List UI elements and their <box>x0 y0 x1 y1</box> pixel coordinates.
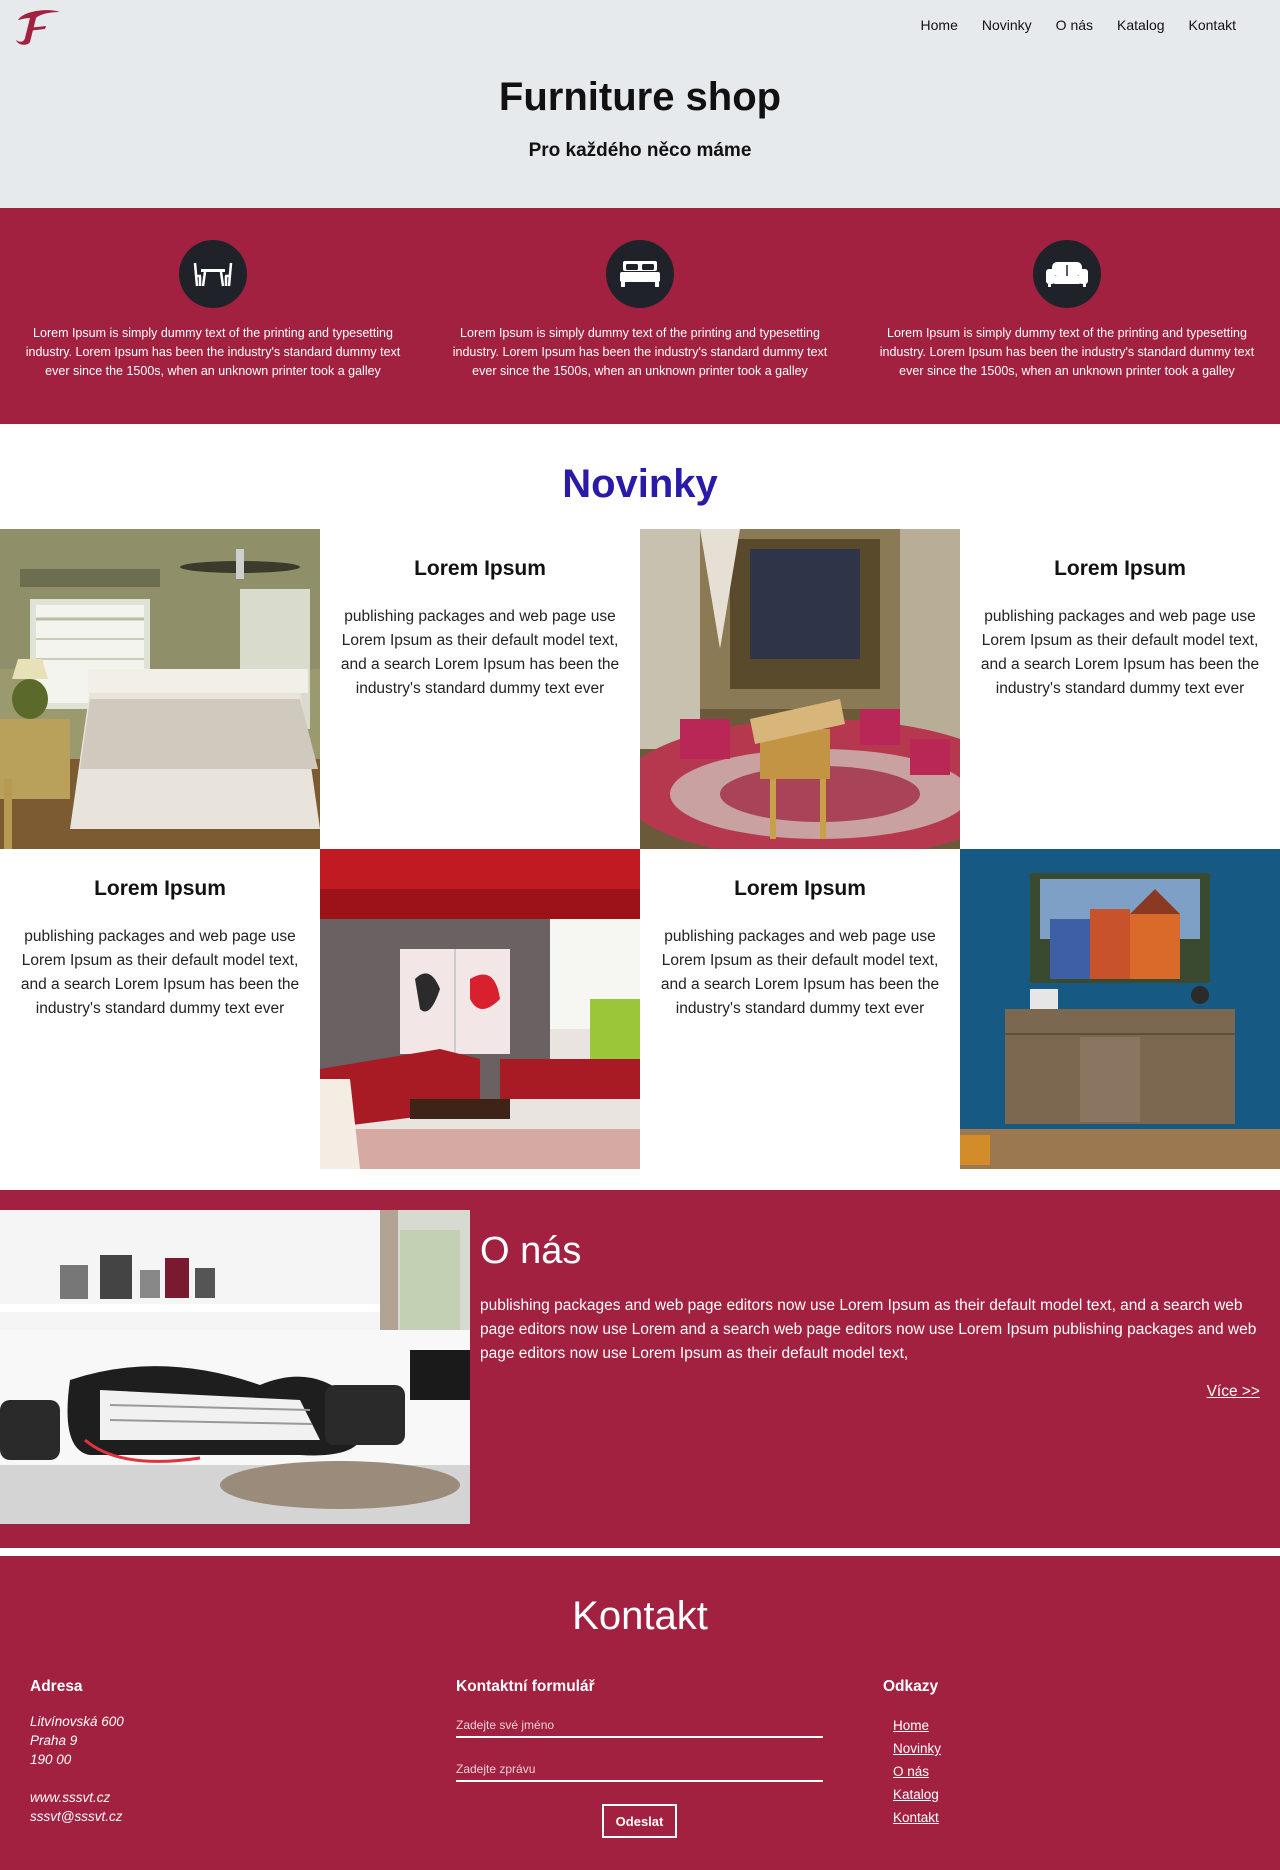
nav-novinky[interactable]: Novinky <box>970 16 1044 34</box>
address-block: Litvínovská 600 Praha 9 190 00 www.sssvt… <box>30 1712 124 1826</box>
novinky-item-heading: Lorem Ipsum <box>414 557 546 580</box>
message-input[interactable]: Zadejte zprávu <box>456 1762 823 1782</box>
footer-link-home[interactable]: Home <box>893 1714 941 1737</box>
footer-link-o-nas[interactable]: O nás <box>893 1760 941 1783</box>
about-title: O nás <box>480 1230 582 1272</box>
contact-title: Kontakt <box>572 1594 708 1638</box>
submit-button[interactable]: Odeslat <box>602 1804 677 1838</box>
address-line: Praha 9 <box>30 1733 78 1748</box>
contact-section: Kontakt Adresa Litvínovská 600 Praha 9 1… <box>0 1556 1280 1870</box>
footer-links: Home Novinky O nás Katalog Kontakt <box>893 1714 941 1829</box>
footer-link-novinky[interactable]: Novinky <box>893 1737 941 1760</box>
feature-item: Lorem Ipsum is simply dummy text of the … <box>427 208 853 424</box>
nav-home[interactable]: Home <box>909 16 970 34</box>
address-line: Litvínovská 600 <box>30 1714 124 1729</box>
novinky-item-heading: Lorem Ipsum <box>734 877 866 900</box>
address-line: 190 00 <box>30 1752 72 1767</box>
nav-kontakt[interactable]: Kontakt <box>1177 16 1248 34</box>
novinky-item: Lorem Ipsum publishing packages and web … <box>320 529 640 849</box>
novinky-grid: Lorem Ipsum publishing packages and web … <box>0 529 1280 1169</box>
page-subtitle: Pro každého něco máme <box>528 140 752 161</box>
modern-bedroom-photo <box>0 1210 470 1524</box>
novinky-item: Lorem Ipsum publishing packages and web … <box>0 849 320 1169</box>
site-header: Home Novinky O nás Katalog Kontakt Furni… <box>0 0 1280 208</box>
novinky-item-heading: Lorem Ipsum <box>1054 557 1186 580</box>
blue-room-photo <box>960 849 1280 1169</box>
more-link[interactable]: Více >> <box>1207 1383 1260 1401</box>
novinky-item-text: publishing packages and web page use Lor… <box>340 608 620 697</box>
main-nav: Home Novinky O nás Katalog Kontakt <box>909 16 1248 34</box>
footer-link-katalog[interactable]: Katalog <box>893 1783 941 1806</box>
feature-text: Lorem Ipsum is simply dummy text of the … <box>452 326 828 378</box>
sofa-icon <box>1033 240 1101 308</box>
novinky-title: Novinky <box>562 462 718 506</box>
features-section: Lorem Ipsum is simply dummy text of the … <box>0 208 1280 424</box>
red-living-room-photo <box>320 849 640 1169</box>
novinky-item-text: publishing packages and web page use Lor… <box>660 928 940 1017</box>
address-spacer <box>30 1769 124 1788</box>
script-f-logo-icon[interactable] <box>10 6 64 48</box>
about-text: publishing packages and web page editors… <box>480 1297 1257 1362</box>
palace-room-photo <box>640 529 960 849</box>
novinky-item: Lorem Ipsum publishing packages and web … <box>960 529 1280 849</box>
links-title: Odkazy <box>883 1678 939 1695</box>
bed-icon <box>606 240 674 308</box>
bedroom-photo <box>0 529 320 849</box>
name-input[interactable]: Zadejte své jméno <box>456 1718 823 1738</box>
about-section: O nás publishing packages and web page e… <box>0 1190 1280 1548</box>
novinky-item-text: publishing packages and web page use Lor… <box>980 608 1260 697</box>
nav-o-nas[interactable]: O nás <box>1044 16 1105 34</box>
email-text: sssvt@sssvt.cz <box>30 1809 123 1824</box>
novinky-item-heading: Lorem Ipsum <box>94 877 226 900</box>
novinky-item-text: publishing packages and web page use Lor… <box>20 928 300 1017</box>
feature-text: Lorem Ipsum is simply dummy text of the … <box>879 326 1255 378</box>
website-text: www.sssvt.cz <box>30 1790 111 1805</box>
feature-text: Lorem Ipsum is simply dummy text of the … <box>25 326 401 378</box>
novinky-item: Lorem Ipsum publishing packages and web … <box>640 849 960 1169</box>
feature-item: Lorem Ipsum is simply dummy text of the … <box>0 208 426 424</box>
feature-item: Lorem Ipsum is simply dummy text of the … <box>854 208 1280 424</box>
table-chairs-icon <box>179 240 247 308</box>
form-title: Kontaktní formulář <box>456 1678 595 1695</box>
address-title: Adresa <box>30 1678 83 1695</box>
nav-katalog[interactable]: Katalog <box>1105 16 1176 34</box>
page-title: Furniture shop <box>498 75 782 119</box>
footer-link-kontakt[interactable]: Kontakt <box>893 1806 941 1829</box>
